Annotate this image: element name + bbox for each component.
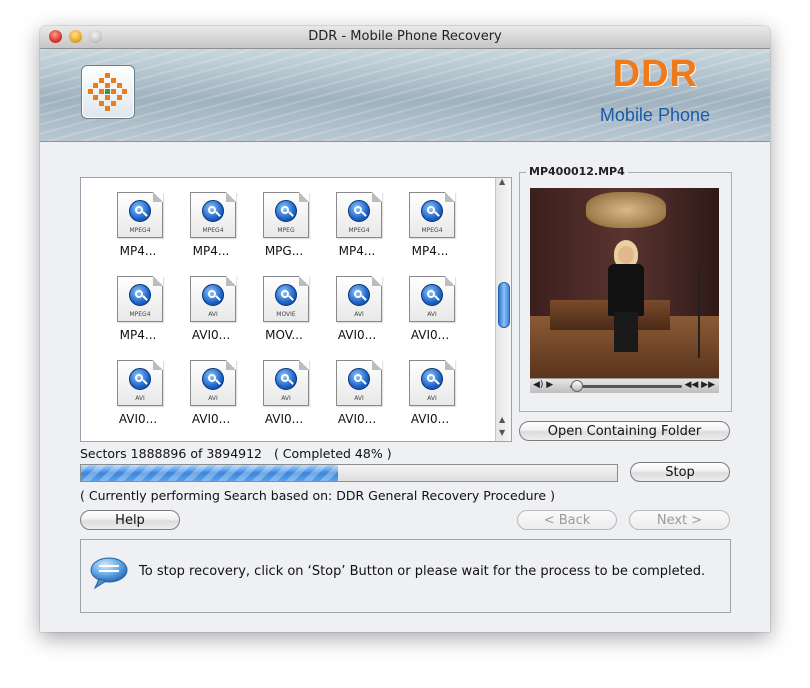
sectors-count: Sectors 1888896 of 3894912 bbox=[80, 446, 263, 461]
file-item[interactable]: MPEG4 MP4... bbox=[176, 192, 246, 272]
open-containing-folder-button[interactable]: Open Containing Folder bbox=[519, 421, 730, 441]
file-item[interactable]: AVI AVI0... bbox=[322, 360, 392, 440]
video-file-icon[interactable]: MOVIE bbox=[263, 276, 309, 322]
file-item[interactable]: AVI AVI0... bbox=[103, 360, 173, 440]
scroll-up-icon-lower[interactable]: ▲ bbox=[499, 416, 505, 424]
file-type-label: MPEG4 bbox=[129, 311, 151, 318]
file-item[interactable]: MPEG4 MP4... bbox=[322, 192, 392, 272]
file-item[interactable]: AVI AVI0... bbox=[176, 276, 246, 356]
file-item[interactable]: MPEG MPG... bbox=[249, 192, 319, 272]
completed-percent: ( Completed 48% ) bbox=[273, 446, 392, 461]
app-window: DDR - Mobile Phone Recovery DDR Mobile P… bbox=[40, 26, 770, 632]
file-type-label: MPEG4 bbox=[202, 227, 224, 234]
recovered-files-panel: MPEG4 MP4... MPEG4 MP4... MPEG MPG... MPEG4 MP4… bbox=[80, 177, 512, 442]
video-file-icon[interactable]: MPEG4 bbox=[117, 276, 163, 322]
file-name: AVI0... bbox=[410, 328, 450, 342]
recovery-progress-bar bbox=[80, 464, 618, 482]
file-name: AVI0... bbox=[191, 412, 231, 426]
file-type-label: AVI bbox=[354, 395, 364, 402]
video-file-icon[interactable]: MPEG4 bbox=[409, 192, 455, 238]
file-type-label: AVI bbox=[427, 311, 437, 318]
file-item[interactable]: AVI AVI0... bbox=[322, 276, 392, 356]
file-type-label: AVI bbox=[427, 395, 437, 402]
file-name: MP4... bbox=[411, 244, 449, 258]
help-button[interactable]: Help bbox=[80, 510, 180, 530]
file-name: MPG... bbox=[264, 244, 304, 258]
video-file-icon[interactable]: MPEG bbox=[263, 192, 309, 238]
playback-scrubber[interactable] bbox=[571, 380, 583, 392]
header-banner: DDR Mobile Phone bbox=[40, 49, 770, 142]
brand-title: DDR bbox=[612, 53, 698, 95]
preview-group: ◀) ▶ ◀◀ ▶▶ bbox=[519, 172, 732, 412]
app-logo bbox=[81, 65, 135, 119]
search-status: ( Currently performing Search based on: … bbox=[80, 488, 555, 503]
preview-filename: MP400012.MP4 bbox=[526, 165, 628, 178]
file-item[interactable]: AVI AVI0... bbox=[395, 276, 465, 356]
file-name: MOV... bbox=[265, 328, 303, 342]
file-item[interactable]: MOVIE MOV... bbox=[249, 276, 319, 356]
window-title: DDR - Mobile Phone Recovery bbox=[308, 29, 502, 44]
video-file-icon[interactable]: AVI bbox=[409, 276, 455, 322]
file-type-label: AVI bbox=[354, 311, 364, 318]
file-item[interactable]: MPEG4 MP4... bbox=[103, 192, 173, 272]
seek-buttons-icon[interactable]: ◀◀ ▶▶ bbox=[684, 380, 715, 390]
back-button[interactable]: < Back bbox=[517, 510, 617, 530]
file-type-label: MOVIE bbox=[276, 311, 296, 318]
file-name: AVI0... bbox=[264, 412, 304, 426]
file-name: MP4... bbox=[119, 244, 157, 258]
file-item[interactable]: AVI AVI0... bbox=[176, 360, 246, 440]
video-file-icon[interactable]: AVI bbox=[336, 360, 382, 406]
video-file-icon[interactable]: MPEG4 bbox=[117, 192, 163, 238]
file-name: AVI0... bbox=[410, 412, 450, 426]
scrollbar-thumb[interactable] bbox=[498, 282, 510, 328]
file-name: AVI0... bbox=[118, 412, 158, 426]
video-file-icon[interactable]: AVI bbox=[190, 276, 236, 322]
file-grid: MPEG4 MP4... MPEG4 MP4... MPEG MPG... MPEG4 MP4… bbox=[81, 178, 495, 441]
file-item[interactable]: AVI AVI0... bbox=[249, 360, 319, 440]
info-message: To stop recovery, click on ‘Stop’ Button… bbox=[139, 564, 706, 579]
file-type-label: AVI bbox=[135, 395, 145, 402]
file-item[interactable]: AVI AVI0... bbox=[395, 360, 465, 440]
main-content: MPEG4 MP4... MPEG4 MP4... MPEG MPG... MPEG4 MP4… bbox=[40, 142, 770, 632]
video-file-icon[interactable]: AVI bbox=[409, 360, 455, 406]
video-file-icon[interactable]: MPEG4 bbox=[190, 192, 236, 238]
title-bar: DDR - Mobile Phone Recovery bbox=[40, 26, 770, 49]
file-type-label: MPEG4 bbox=[421, 227, 443, 234]
sectors-status: Sectors 1888896 of 3894912 ( Completed 4… bbox=[80, 446, 392, 461]
file-type-label: AVI bbox=[208, 311, 218, 318]
video-preview[interactable] bbox=[530, 188, 719, 378]
file-item[interactable]: MPEG4 MP4... bbox=[103, 276, 173, 356]
scroll-down-icon[interactable]: ▼ bbox=[499, 429, 505, 437]
speech-bubble-icon bbox=[90, 557, 128, 590]
info-panel: To stop recovery, click on ‘Stop’ Button… bbox=[80, 539, 731, 613]
file-name: MP4... bbox=[192, 244, 230, 258]
file-type-label: MPEG bbox=[277, 227, 295, 234]
file-name: MP4... bbox=[338, 244, 376, 258]
logo-checker-icon bbox=[88, 73, 127, 111]
volume-play-icon[interactable]: ◀) ▶ bbox=[533, 380, 553, 390]
brand-subtitle: Mobile Phone bbox=[599, 105, 710, 125]
file-type-label: MPEG4 bbox=[129, 227, 151, 234]
video-file-icon[interactable]: AVI bbox=[117, 360, 163, 406]
file-item[interactable]: MPEG4 MP4... bbox=[395, 192, 465, 272]
video-file-icon[interactable]: AVI bbox=[263, 360, 309, 406]
progress-fill bbox=[81, 465, 338, 481]
video-file-icon[interactable]: MPEG4 bbox=[336, 192, 382, 238]
video-file-icon[interactable]: AVI bbox=[190, 360, 236, 406]
playback-track[interactable] bbox=[570, 385, 682, 388]
file-type-label: AVI bbox=[208, 395, 218, 402]
file-type-label: AVI bbox=[281, 395, 291, 402]
next-button[interactable]: Next > bbox=[629, 510, 730, 530]
video-file-icon[interactable]: AVI bbox=[336, 276, 382, 322]
files-scrollbar[interactable]: ▲ ▲ ▼ bbox=[495, 178, 511, 441]
file-name: AVI0... bbox=[191, 328, 231, 342]
file-name: MP4... bbox=[119, 328, 157, 342]
file-name: AVI0... bbox=[337, 412, 377, 426]
file-name: AVI0... bbox=[337, 328, 377, 342]
stop-button[interactable]: Stop bbox=[630, 462, 730, 482]
scroll-up-icon[interactable]: ▲ bbox=[499, 178, 505, 186]
media-controls: ◀) ▶ ◀◀ ▶▶ bbox=[530, 378, 719, 393]
file-type-label: MPEG4 bbox=[348, 227, 370, 234]
